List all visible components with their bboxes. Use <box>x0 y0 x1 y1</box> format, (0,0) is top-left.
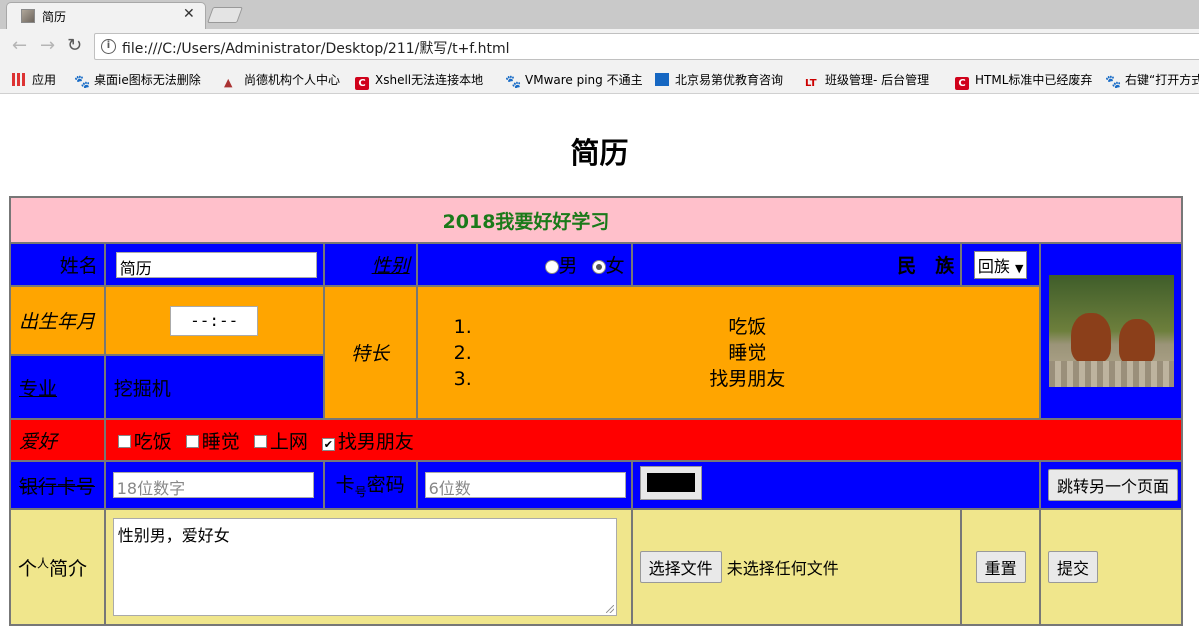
box-icon <box>655 73 669 86</box>
hobby-checkbox[interactable] <box>185 434 199 448</box>
reload-icon[interactable]: ↻ <box>67 36 82 56</box>
name-input[interactable]: 简历 <box>115 251 317 278</box>
baidu-paw-icon: 🐾 <box>505 75 522 88</box>
apps-icon <box>12 73 26 86</box>
major-value: 挖掘机 <box>104 355 324 419</box>
bookmark-item[interactable]: 🐾 桌面ie图标无法删除 <box>74 71 214 88</box>
photo-cell <box>1040 243 1182 419</box>
baidu-paw-icon: 🐾 <box>74 75 91 88</box>
submit-button[interactable]: 提交 <box>1048 551 1099 583</box>
ethnicity-label: 民 族 <box>631 243 962 286</box>
bio-label: 个人简介 <box>10 509 105 625</box>
bookmark-item[interactable]: ▲ 尚德机构个人中心 <box>224 71 340 89</box>
forward-icon[interactable]: → <box>40 36 55 56</box>
specialty-list: 1. 吃饭 2. 睡觉 3. 找男朋友 <box>418 314 1039 392</box>
gender-option-male: 男 <box>558 255 578 277</box>
browser-toolbar: ← → ↻ i file:///C:/Users/Administrator/D… <box>0 29 1199 64</box>
bookmark-item[interactable]: 北京易第优教育咨询 <box>655 71 795 88</box>
chevron-down-icon: ▼ <box>1014 261 1024 275</box>
bookmark-item[interactable]: C Xshell无法连接本地 <box>355 71 495 90</box>
bookmark-item[interactable]: LT 班级管理- 后台管理 <box>805 71 945 91</box>
dog-photo <box>1048 275 1174 387</box>
file-status: 未选择任何文件 <box>726 559 839 578</box>
csdn-icon: C <box>355 77 369 90</box>
favicon-icon <box>21 9 35 23</box>
page-title: 简历 <box>570 136 629 170</box>
gender-label: 性别 <box>323 243 417 286</box>
resume-table: 2018我要好好学习 姓名 简历 性别 男 女 民 族 回族 ▼ 出生年月 --… <box>9 196 1183 626</box>
specialty-label: 特长 <box>323 286 417 419</box>
hobby-checkbox-checked[interactable]: ✔ <box>321 437 335 451</box>
reset-button[interactable]: 重置 <box>975 551 1026 583</box>
lt-icon: LT <box>805 78 817 89</box>
color-swatch <box>646 473 695 492</box>
close-icon[interactable]: ✕ <box>183 6 195 22</box>
table-caption-row: 2018我要好好学习 <box>10 197 1182 243</box>
hobby-checkbox[interactable] <box>253 434 267 448</box>
bird-icon: ▲ <box>224 76 233 89</box>
table-caption: 2018我要好好学习 <box>10 197 1182 243</box>
hobby-option: 睡觉 <box>201 430 240 453</box>
csdn-icon: C <box>955 77 969 90</box>
bookmark-item[interactable]: 🐾 VMware ping 不通主 <box>505 71 645 88</box>
gender-option-female: 女 <box>605 255 625 277</box>
info-icon[interactable]: i <box>101 39 116 54</box>
birth-label: 出生年月 <box>10 286 105 355</box>
hobby-option: 找男朋友 <box>337 430 414 453</box>
ethnicity-select[interactable]: 回族 ▼ <box>973 250 1028 279</box>
birth-time-input[interactable]: --:-- <box>170 305 259 336</box>
browser-tab[interactable]: 简历 ✕ <box>6 2 206 29</box>
list-item: 2. 睡觉 <box>453 341 767 364</box>
major-label: 专业 <box>10 355 105 419</box>
card-label: 银行卡号 <box>10 461 105 509</box>
bookmark-item[interactable]: C HTML标准中已经废弃 <box>955 71 1095 90</box>
gender-radio-male[interactable] <box>544 260 559 274</box>
gender-radio-female[interactable] <box>591 260 606 274</box>
bookmarks-bar: 应用 🐾 桌面ie图标无法删除 ▲ 尚德机构个人中心 C Xshell无法连接本地 🐾… <box>0 64 1199 94</box>
address-bar[interactable]: i file:///C:/Users/Administrator/Desktop… <box>94 33 1199 60</box>
card-number-input[interactable]: 18位数字 <box>112 472 314 498</box>
new-tab-button[interactable] <box>207 7 243 23</box>
choose-file-button[interactable]: 选择文件 <box>639 551 722 583</box>
hobby-label: 爱好 <box>10 419 105 461</box>
list-item: 3. 找男朋友 <box>453 367 786 390</box>
password-input[interactable]: 6位数 <box>424 472 626 498</box>
name-label: 姓名 <box>10 243 105 286</box>
bookmark-item[interactable]: 应用 <box>12 71 56 88</box>
password-label: 卡号密码 <box>323 461 417 509</box>
hobby-option: 吃饭 <box>133 430 172 453</box>
baidu-paw-icon: 🐾 <box>1105 75 1122 88</box>
url-text: file:///C:/Users/Administrator/Desktop/2… <box>122 41 510 57</box>
resize-handle-icon[interactable] <box>605 605 614 613</box>
bookmark-item[interactable]: 🐾 右键“打开方式 <box>1105 71 1199 88</box>
back-icon[interactable]: ← <box>12 36 27 56</box>
tab-title: 简历 <box>42 10 67 24</box>
list-item: 1. 吃饭 <box>453 315 767 338</box>
browser-tab-bar: 简历 ✕ <box>0 0 1199 29</box>
hobby-checkbox[interactable] <box>117 434 131 448</box>
bio-textarea[interactable]: 性别男，爱好女 <box>112 518 617 616</box>
hobby-option: 上网 <box>269 430 308 453</box>
color-picker[interactable] <box>639 466 702 500</box>
jump-page-button[interactable]: 跳转另一个页面 <box>1048 469 1179 501</box>
